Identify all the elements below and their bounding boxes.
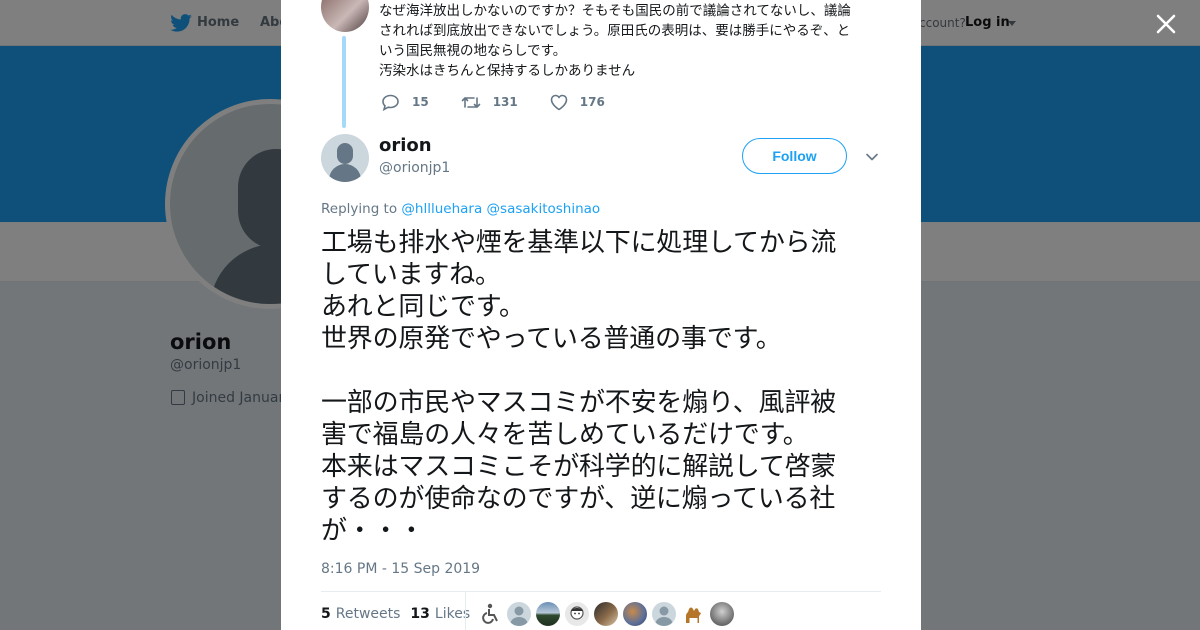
heart-icon xyxy=(550,94,568,110)
like-action[interactable]: 176 xyxy=(550,94,605,111)
tweet-author-handle[interactable]: @orionjp1 xyxy=(379,160,450,176)
liker-avatar[interactable] xyxy=(565,602,589,626)
replying-to-line: Replying to @hllluehara @sasakitoshinao xyxy=(321,201,600,217)
liker-avatar[interactable] xyxy=(623,602,647,626)
retweet-count: 131 xyxy=(492,95,518,109)
liker-avatar[interactable] xyxy=(594,602,618,626)
reply-action[interactable]: 15 xyxy=(381,94,429,111)
retweets-label: Retweets xyxy=(335,606,401,622)
liker-avatar[interactable] xyxy=(710,602,734,626)
camel-icon[interactable] xyxy=(681,602,705,626)
retweet-action[interactable]: 131 xyxy=(461,94,518,111)
reply-mention-link[interactable]: @sasakitoshinao xyxy=(487,201,601,217)
thread-connector-line xyxy=(342,36,346,128)
retweets-count: 5 xyxy=(321,606,331,622)
retweets-stat[interactable]: 5 Retweets xyxy=(321,606,400,622)
likes-count: 13 xyxy=(410,606,430,622)
reply-icon xyxy=(382,94,399,111)
tweet-modal: なぜ海洋放出しかないのですか？そもそも国民の前で議論されてないし、議論 されれば… xyxy=(281,0,921,630)
like-count: 176 xyxy=(579,95,605,109)
liker-avatar[interactable] xyxy=(507,602,531,626)
reply-mention-link[interactable]: @hllluehara xyxy=(401,201,482,217)
chevron-down-icon[interactable] xyxy=(865,150,879,164)
close-icon[interactable] xyxy=(1155,13,1177,35)
reply-count: 15 xyxy=(412,95,429,109)
tweet-stats: 5 Retweets 13 Likes xyxy=(321,606,480,622)
tweet-author-avatar[interactable] xyxy=(321,134,369,182)
likers-avatar-row xyxy=(478,602,739,626)
retweet-icon xyxy=(461,96,481,108)
stats-divider xyxy=(321,591,881,592)
parent-tweet-actions: 15 131 176 xyxy=(381,92,605,112)
wheelchair-icon[interactable] xyxy=(478,602,502,626)
liker-avatar[interactable] xyxy=(536,602,560,626)
tweet-author-name[interactable]: orion xyxy=(379,135,432,156)
replying-to-label: Replying to xyxy=(321,201,402,217)
stats-separator xyxy=(465,592,466,630)
tweet-timestamp[interactable]: 8:16 PM - 15 Sep 2019 xyxy=(321,561,480,577)
parent-tweet-text: なぜ海洋放出しかないのですか？そもそも国民の前で議論されてないし、議論 されれば… xyxy=(379,3,851,79)
liker-avatar[interactable] xyxy=(652,602,676,626)
likes-stat[interactable]: 13 Likes xyxy=(410,606,470,622)
tweet-text: 工場も排水や煙を基準以下に処理してから流 していますね。 あれと同じです。 世界… xyxy=(321,228,837,546)
parent-tweet-avatar[interactable] xyxy=(321,0,369,32)
follow-button[interactable]: Follow xyxy=(742,138,847,174)
